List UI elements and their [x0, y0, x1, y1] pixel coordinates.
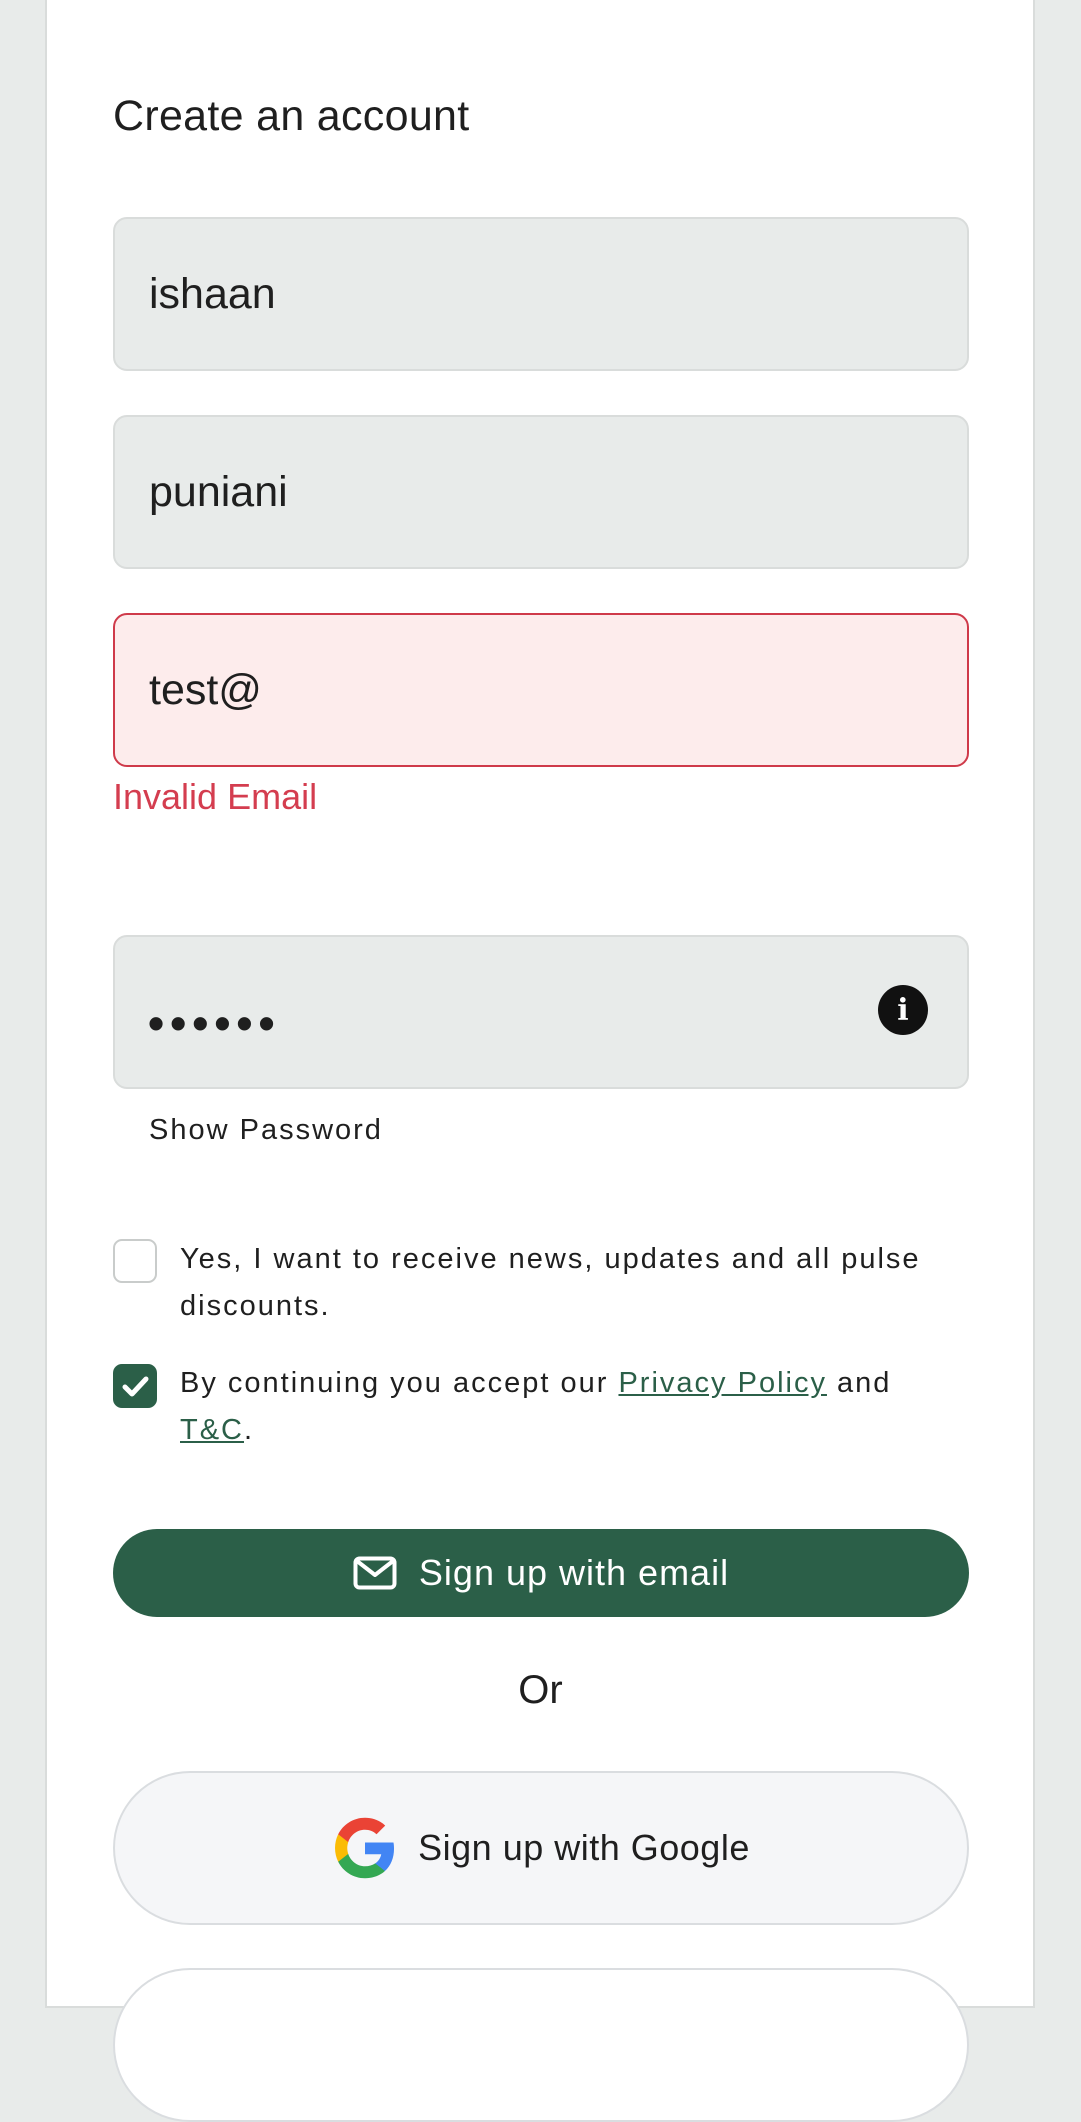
info-icon[interactable]: i [878, 985, 928, 1035]
password-input[interactable]: •••••• [148, 996, 281, 1050]
or-divider: Or [518, 1668, 563, 1712]
first-name-field[interactable] [113, 217, 969, 371]
sign-up-email-button[interactable]: Sign up with email [113, 1529, 969, 1617]
newsletter-checkbox[interactable] [113, 1239, 157, 1283]
sign-up-google-label: Sign up with Google [418, 1827, 750, 1868]
email-error-message: Invalid Email [113, 776, 318, 817]
privacy-policy-link[interactable]: Privacy Policy [618, 1367, 827, 1399]
last-name-field[interactable] [113, 415, 969, 569]
first-name-input[interactable] [149, 219, 869, 369]
last-name-input[interactable] [149, 417, 869, 567]
envelope-icon [353, 1556, 397, 1590]
next-signup-button[interactable] [113, 1968, 969, 2122]
terms-prefix: By continuing you accept our [180, 1367, 609, 1399]
show-password-toggle[interactable]: Show Password [149, 1114, 383, 1147]
page-title: Create an account [113, 92, 470, 140]
newsletter-label: Yes, I want to receive news, updates and… [180, 1243, 921, 1322]
terms-and: and [837, 1367, 892, 1399]
sign-up-google-button[interactable]: Sign up with Google [113, 1771, 969, 1925]
email-input[interactable] [149, 615, 869, 765]
terms-suffix: . [244, 1414, 255, 1446]
google-logo-icon [332, 1815, 398, 1881]
terms-conditions-link[interactable]: T&C [180, 1414, 244, 1446]
terms-checkbox[interactable] [113, 1364, 157, 1408]
sign-up-email-label: Sign up with email [418, 1552, 730, 1593]
terms-label: By continuing you accept our Privacy Pol… [180, 1360, 960, 1454]
email-field[interactable] [113, 613, 969, 767]
checkmark-icon [122, 1376, 149, 1397]
